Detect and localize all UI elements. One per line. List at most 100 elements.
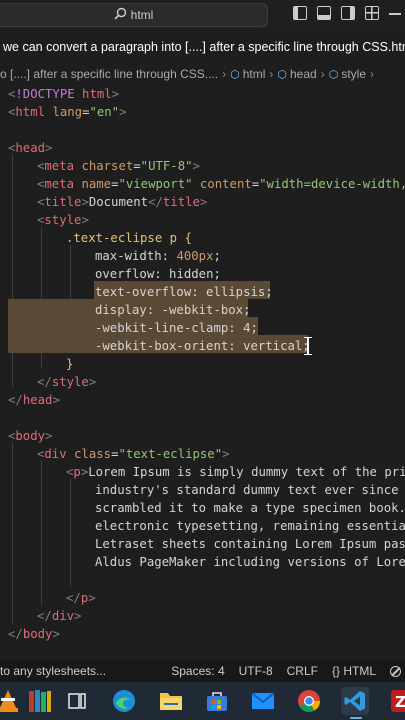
svg-text:Z: Z <box>395 693 405 711</box>
breadcrumb-file[interactable]: o [....] after a specific line through C… <box>0 67 218 81</box>
code-line: <!DOCTYPE html> <box>8 87 120 101</box>
body-tag: body <box>15 429 46 443</box>
tab-title: we can convert a paragraph into [....] a… <box>3 39 405 54</box>
books-icon[interactable] <box>26 687 54 715</box>
code-line: <html lang="en"> <box>8 105 127 119</box>
code-line: electronic typesetting, remaining essent… <box>95 517 405 535</box>
search-icon <box>114 7 127 23</box>
language-label: HTML <box>343 664 376 678</box>
paragraph-text: scrambled it to make a type specimen boo… <box>95 501 405 515</box>
code-line-selected: -webkit-box-orient: vertical; <box>95 337 405 355</box>
toggle-secondary-sidebar-icon[interactable] <box>341 6 355 20</box>
paragraph-text: electronic typesetting, remaining essent… <box>95 519 405 533</box>
attr-value: "en" <box>89 105 120 119</box>
task-view-icon[interactable] <box>63 687 91 715</box>
css-value: hidden <box>169 267 214 281</box>
mail-icon[interactable] <box>249 687 277 715</box>
code-editor[interactable]: <!DOCTYPE html> <html lang="en"> <head> … <box>0 85 405 660</box>
attr-name: class <box>74 447 112 461</box>
command-center-search[interactable]: html <box>0 3 268 27</box>
code-line: <meta charset="UTF-8"> <box>37 159 200 173</box>
chevron-right-icon: › <box>370 67 374 81</box>
encoding-status[interactable]: UTF-8 <box>239 664 273 678</box>
code-line: overflow: hidden; <box>95 267 221 281</box>
indent-guide <box>12 443 13 623</box>
taskbar: Z <box>0 682 405 720</box>
attr-name: charset <box>81 159 134 173</box>
status-bar: to any stylesheets... Spaces: 4 UTF-8 CR… <box>0 660 405 682</box>
code-line: } <box>66 357 74 371</box>
style-tag: style <box>44 213 82 227</box>
attr-value: "UTF-8" <box>140 159 193 173</box>
filezilla-icon[interactable]: Z <box>388 687 405 715</box>
attr-value: "width=device-width, <box>259 177 405 191</box>
code-line: <title>Document</title> <box>37 195 208 209</box>
code-line: max-width: 400px; <box>95 249 221 263</box>
toggle-primary-sidebar-icon[interactable] <box>293 6 307 20</box>
css-property: overflow <box>95 267 155 281</box>
paragraph-text: Letraset sheets containing Lorem Ipsum p… <box>95 537 405 551</box>
paragraph-text: Aldus PageMaker including versions of Lo… <box>95 555 405 569</box>
element-icon: ⬡ <box>328 68 339 81</box>
indent-guide <box>41 461 42 605</box>
code-line: <div class="text-eclipse"> <box>37 447 230 461</box>
active-app-indicator <box>350 717 362 719</box>
attr-value: "viewport" <box>118 177 193 191</box>
breadcrumb-item-head[interactable]: head <box>290 67 317 81</box>
customize-layout-icon[interactable] <box>365 6 379 20</box>
code-line: Aldus PageMaker including versions of Lo… <box>95 553 405 571</box>
chrome-icon[interactable] <box>295 687 323 715</box>
code-line: <body> <box>8 429 53 443</box>
code-line: <meta name="viewport" content="width=dev… <box>37 175 405 193</box>
code-line: </body> <box>8 627 60 641</box>
chevron-right-icon: › <box>269 67 274 81</box>
vlc-icon[interactable] <box>0 687 22 715</box>
chevron-right-icon: › <box>222 67 227 81</box>
css-declaration: display: -webkit-box; <box>95 303 251 317</box>
code-line: </style> <box>37 375 97 389</box>
css-property: max-width <box>95 249 162 263</box>
title-bar: html <box>0 0 405 30</box>
html-tag: html <box>15 105 46 119</box>
code-line: Letraset sheets containing Lorem Ipsum p… <box>95 535 405 553</box>
code-line: .text-eclipse p { <box>66 231 192 245</box>
breadcrumb-item-style[interactable]: style <box>341 67 366 81</box>
eol-status[interactable]: CRLF <box>287 664 318 678</box>
div-tag: div <box>44 447 67 461</box>
breadcrumb-item-html[interactable]: html <box>243 67 266 81</box>
indentation-status[interactable]: Spaces: 4 <box>171 664 224 678</box>
vscode-icon[interactable] <box>341 687 369 715</box>
attr-value: "text-eclipse" <box>118 447 223 461</box>
paragraph-text: industry's standard dummy text ever sinc… <box>95 483 405 497</box>
css-value: 400px <box>176 249 214 263</box>
status-message[interactable]: to any stylesheets... <box>0 664 106 678</box>
editor-tab[interactable]: we can convert a paragraph into [....] a… <box>0 30 405 63</box>
code-line-selected: display: -webkit-box; <box>95 301 405 319</box>
code-line: </p> <box>66 591 96 605</box>
braces-icon: {} <box>331 664 340 678</box>
text-cursor-icon <box>304 337 312 355</box>
notifications-icon[interactable] <box>390 665 401 677</box>
language-mode[interactable]: {} HTML <box>332 664 376 678</box>
tab-bar: we can convert a paragraph into [....] a… <box>0 30 405 64</box>
indent-guide <box>70 479 71 587</box>
code-line: <p>Lorem Ipsum is simply dummy text of t… <box>66 463 405 481</box>
head-tag: head <box>15 141 46 155</box>
toggle-panel-icon[interactable] <box>317 6 331 20</box>
code-line: </div> <box>37 609 82 623</box>
code-line-selected: -webkit-line-clamp: 4; <box>95 319 405 337</box>
store-icon[interactable] <box>203 687 231 715</box>
file-explorer-icon[interactable] <box>157 687 185 715</box>
css-declaration: -webkit-box-orient: vertical; <box>95 339 310 353</box>
minimize-icon[interactable] <box>389 13 401 15</box>
breadcrumb: o [....] after a specific line through C… <box>0 63 405 85</box>
attr-name: content <box>199 177 252 191</box>
chevron-right-icon: › <box>320 67 325 81</box>
element-icon: ⬡ <box>277 68 287 81</box>
edge-icon[interactable] <box>110 687 138 715</box>
paragraph-text: Lorem Ipsum is simply dummy text of the … <box>88 465 405 479</box>
code-line: <head> <box>8 141 53 155</box>
search-text: html <box>130 8 154 22</box>
element-icon: ⬡ <box>230 68 240 81</box>
title-text: Document <box>88 195 149 209</box>
